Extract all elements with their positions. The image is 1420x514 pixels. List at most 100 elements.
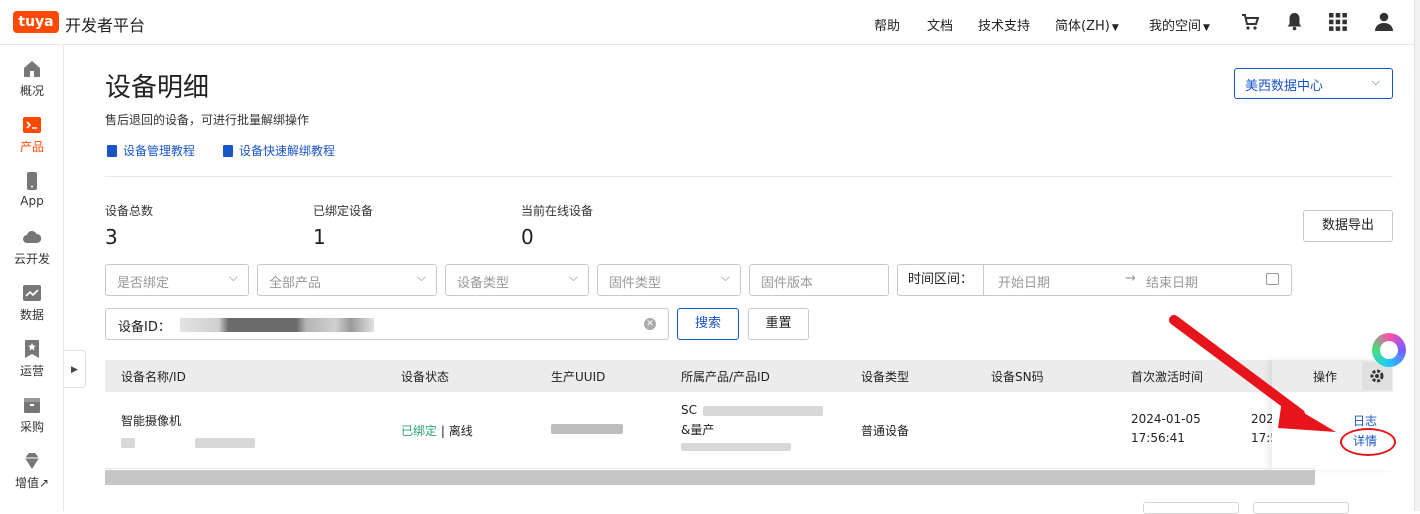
- document-icon: [223, 145, 233, 157]
- chevron-right-icon: ▶: [71, 365, 78, 375]
- firmware-type-filter-select[interactable]: 固件类型 ⌵: [597, 264, 741, 296]
- my-space-label: 我的空间: [1149, 19, 1202, 34]
- nav-help[interactable]: 帮助: [874, 15, 900, 34]
- device-id-redacted: [121, 438, 135, 448]
- chevron-down-icon: ▼: [1203, 23, 1210, 33]
- status-online: 离线: [448, 424, 473, 438]
- column-header: 设备SN码: [991, 370, 1044, 384]
- bookmark-star-icon: [25, 340, 39, 358]
- sidebar-item-app[interactable]: App: [0, 171, 64, 208]
- user-icon[interactable]: [1375, 12, 1393, 31]
- search-button[interactable]: 搜索: [677, 308, 739, 340]
- select-placeholder: 全部产品: [269, 276, 322, 291]
- language-label: 简体(ZH): [1055, 19, 1110, 34]
- sidebar-item-label: 云开发: [13, 252, 50, 266]
- page-subtitle: 售后退回的设备，可进行批量解绑操作: [105, 113, 310, 127]
- chart-icon: [23, 285, 41, 301]
- chevron-down-icon: ⌵: [568, 270, 578, 284]
- pagination-control[interactable]: [1253, 502, 1349, 514]
- bell-icon[interactable]: [1286, 12, 1303, 31]
- pagination-control[interactable]: [1143, 502, 1239, 514]
- device-name: 智能摄像机: [121, 414, 182, 428]
- sidebar-item-label: App: [20, 194, 44, 208]
- column-header: 设备名称/ID: [121, 370, 186, 384]
- column-header: 设备类型: [861, 370, 910, 384]
- chevron-down-icon: ⌵: [228, 270, 238, 284]
- link-label: 设备快速解绑教程: [239, 144, 336, 158]
- chevron-down-icon: ⌵: [720, 270, 730, 284]
- total-devices-value: 3: [105, 225, 118, 249]
- cart-icon[interactable]: [1241, 13, 1259, 31]
- nav-support[interactable]: 技术支持: [978, 15, 1030, 34]
- tuya-logo[interactable]: tuya: [13, 11, 59, 33]
- diamond-icon: [25, 453, 39, 469]
- cloud-icon: [23, 230, 42, 243]
- horizontal-scrollbar[interactable]: [105, 470, 1315, 485]
- status-separator: |: [437, 424, 449, 438]
- apps-grid-icon[interactable]: [1329, 13, 1347, 31]
- bound-devices-value: 1: [313, 225, 326, 249]
- assistant-icon: [1380, 341, 1398, 359]
- document-icon: [107, 145, 117, 157]
- quick-unbind-tutorial-link[interactable]: 设备快速解绑教程: [223, 142, 335, 159]
- terminal-icon: [23, 117, 41, 133]
- page-scrollbar[interactable]: [1414, 0, 1420, 511]
- sidebar-item-label: 数据: [19, 308, 44, 322]
- product-id-redacted: [681, 443, 791, 451]
- platform-title[interactable]: 开发者平台: [65, 12, 145, 36]
- time-range-label: 时间区间：: [898, 265, 984, 295]
- clear-icon[interactable]: ✕: [644, 318, 656, 330]
- bound-filter-select[interactable]: 是否绑定 ⌵: [105, 264, 249, 296]
- data-center-select[interactable]: 美西数据中心 ⌵: [1234, 68, 1393, 99]
- product-name-redacted: [703, 406, 823, 416]
- sidebar-item-cloud-dev[interactable]: 云开发: [0, 227, 64, 267]
- firmware-version-input[interactable]: 固件版本: [749, 264, 889, 296]
- device-type-value: 普通设备: [861, 424, 910, 438]
- chevron-down-icon: ⌵: [1371, 75, 1380, 88]
- nav-my-space[interactable]: 我的空间 ▼: [1149, 15, 1210, 34]
- product-name-line2: &量产: [681, 423, 715, 437]
- export-data-button[interactable]: 数据导出: [1303, 210, 1393, 242]
- nav-docs[interactable]: 文档: [927, 15, 953, 34]
- sidebar-item-label: 采购: [19, 420, 44, 434]
- sidebar-item-label: 增值↗: [14, 476, 50, 490]
- left-sidebar: 概况 产品 App 云开发 数据 运营 采购 增值↗: [0, 45, 64, 511]
- sidebar-expand-button[interactable]: ▶: [64, 350, 86, 388]
- sidebar-item-purchase[interactable]: 采购: [0, 395, 64, 435]
- device-id-redacted-value: [180, 318, 374, 332]
- sidebar-item-overview[interactable]: 概况: [0, 59, 64, 99]
- arrow-right-icon: →: [1125, 271, 1136, 286]
- row-divider: [105, 468, 1315, 469]
- bound-devices-label: 已绑定设备: [313, 204, 374, 218]
- sidebar-item-data[interactable]: 数据: [0, 283, 64, 323]
- start-date-input[interactable]: 开始日期: [998, 272, 1050, 291]
- online-devices-label: 当前在线设备: [521, 204, 594, 218]
- sidebar-item-label: 产品: [19, 140, 44, 154]
- device-id-search-field[interactable]: 设备ID： ✕: [105, 308, 669, 340]
- column-header: 所属产品/产品ID: [681, 370, 770, 384]
- sidebar-item-operations[interactable]: 运营: [0, 339, 64, 379]
- online-devices-value: 0: [521, 225, 534, 249]
- top-bar: tuya 开发者平台 帮助 文档 技术支持 简体(ZH) ▼ 我的空间 ▼: [0, 0, 1420, 45]
- nav-language[interactable]: 简体(ZH) ▼: [1055, 15, 1119, 34]
- select-placeholder: 是否绑定: [117, 276, 170, 291]
- ai-assistant-button[interactable]: [1372, 333, 1406, 367]
- phone-icon: [27, 172, 37, 190]
- time-range-picker[interactable]: 时间区间： 开始日期 → 结束日期: [897, 264, 1292, 296]
- sidebar-item-value-added[interactable]: 增值↗: [0, 451, 64, 491]
- box-icon: [24, 398, 40, 413]
- product-filter-select[interactable]: 全部产品 ⌵: [257, 264, 437, 296]
- select-placeholder: 设备类型: [457, 276, 510, 291]
- sidebar-item-product[interactable]: 产品: [0, 115, 64, 155]
- uuid-redacted: [551, 424, 623, 434]
- product-name-line1: SC: [681, 403, 697, 417]
- select-placeholder: 固件类型: [609, 276, 662, 291]
- device-type-filter-select[interactable]: 设备类型 ⌵: [445, 264, 589, 296]
- device-management-tutorial-link[interactable]: 设备管理教程: [107, 142, 195, 159]
- column-header: 生产UUID: [551, 370, 606, 384]
- column-header: 设备状态: [401, 370, 450, 384]
- end-date-input[interactable]: 结束日期: [1146, 272, 1198, 291]
- section-divider: [105, 176, 1393, 177]
- annotation-circle: [1340, 428, 1396, 456]
- reset-button[interactable]: 重置: [748, 308, 809, 340]
